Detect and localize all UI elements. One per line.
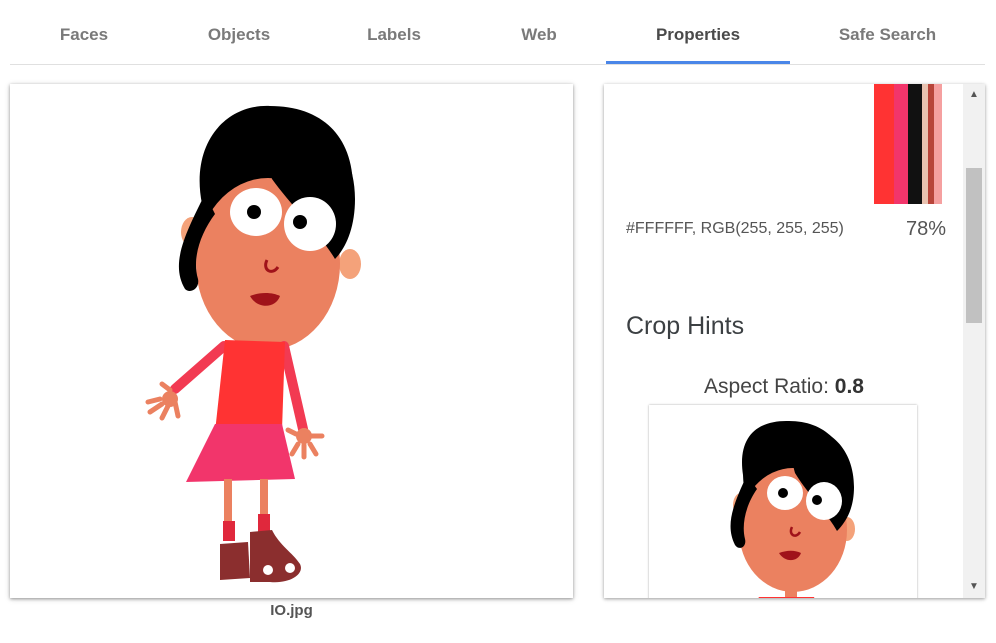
tab-properties[interactable]: Properties xyxy=(606,0,790,64)
color-percent: 78% xyxy=(905,218,946,240)
color-bar xyxy=(894,84,908,204)
color-bar xyxy=(908,84,922,204)
aspect-ratio-value: 0.8 xyxy=(834,375,864,398)
crop-hints-heading: Crop Hints xyxy=(626,312,745,340)
crop-hint-preview xyxy=(649,405,917,598)
properties-panel: #FFFFFF, RGB(255, 255, 255) 78% Crop Hin… xyxy=(604,84,985,598)
scrollbar-thumb[interactable] xyxy=(966,168,982,323)
scroll-up-arrow-icon[interactable]: ▲ xyxy=(963,86,985,104)
cartoon-girl-image xyxy=(145,105,361,583)
image-preview-card xyxy=(10,84,573,598)
cropped-cartoon-image xyxy=(730,420,855,598)
color-row: #FFFFFF, RGB(255, 255, 255) 78% xyxy=(626,218,946,242)
vertical-scrollbar[interactable]: ▲ ▼ xyxy=(963,84,985,598)
tab-faces[interactable]: Faces xyxy=(10,0,158,64)
aspect-ratio-text: Aspect Ratio: xyxy=(704,375,835,398)
scroll-down-arrow-icon[interactable]: ▼ xyxy=(963,578,985,596)
tab-safe-search[interactable]: Safe Search xyxy=(805,0,970,64)
dominant-colors-swatch xyxy=(874,84,942,204)
active-tab-indicator xyxy=(606,61,790,64)
tab-objects[interactable]: Objects xyxy=(165,0,313,64)
tab-web[interactable]: Web xyxy=(465,0,613,64)
tab-labels[interactable]: Labels xyxy=(320,0,468,64)
color-bar xyxy=(874,84,894,204)
color-value: #FFFFFF, RGB(255, 255, 255) xyxy=(626,220,844,237)
tab-bar: Faces Objects Labels Web Properties Safe… xyxy=(10,0,985,65)
color-bar xyxy=(934,84,942,204)
image-filename: IO.jpg xyxy=(270,602,313,619)
aspect-ratio-label: Aspect Ratio: 0.8 xyxy=(604,375,964,399)
